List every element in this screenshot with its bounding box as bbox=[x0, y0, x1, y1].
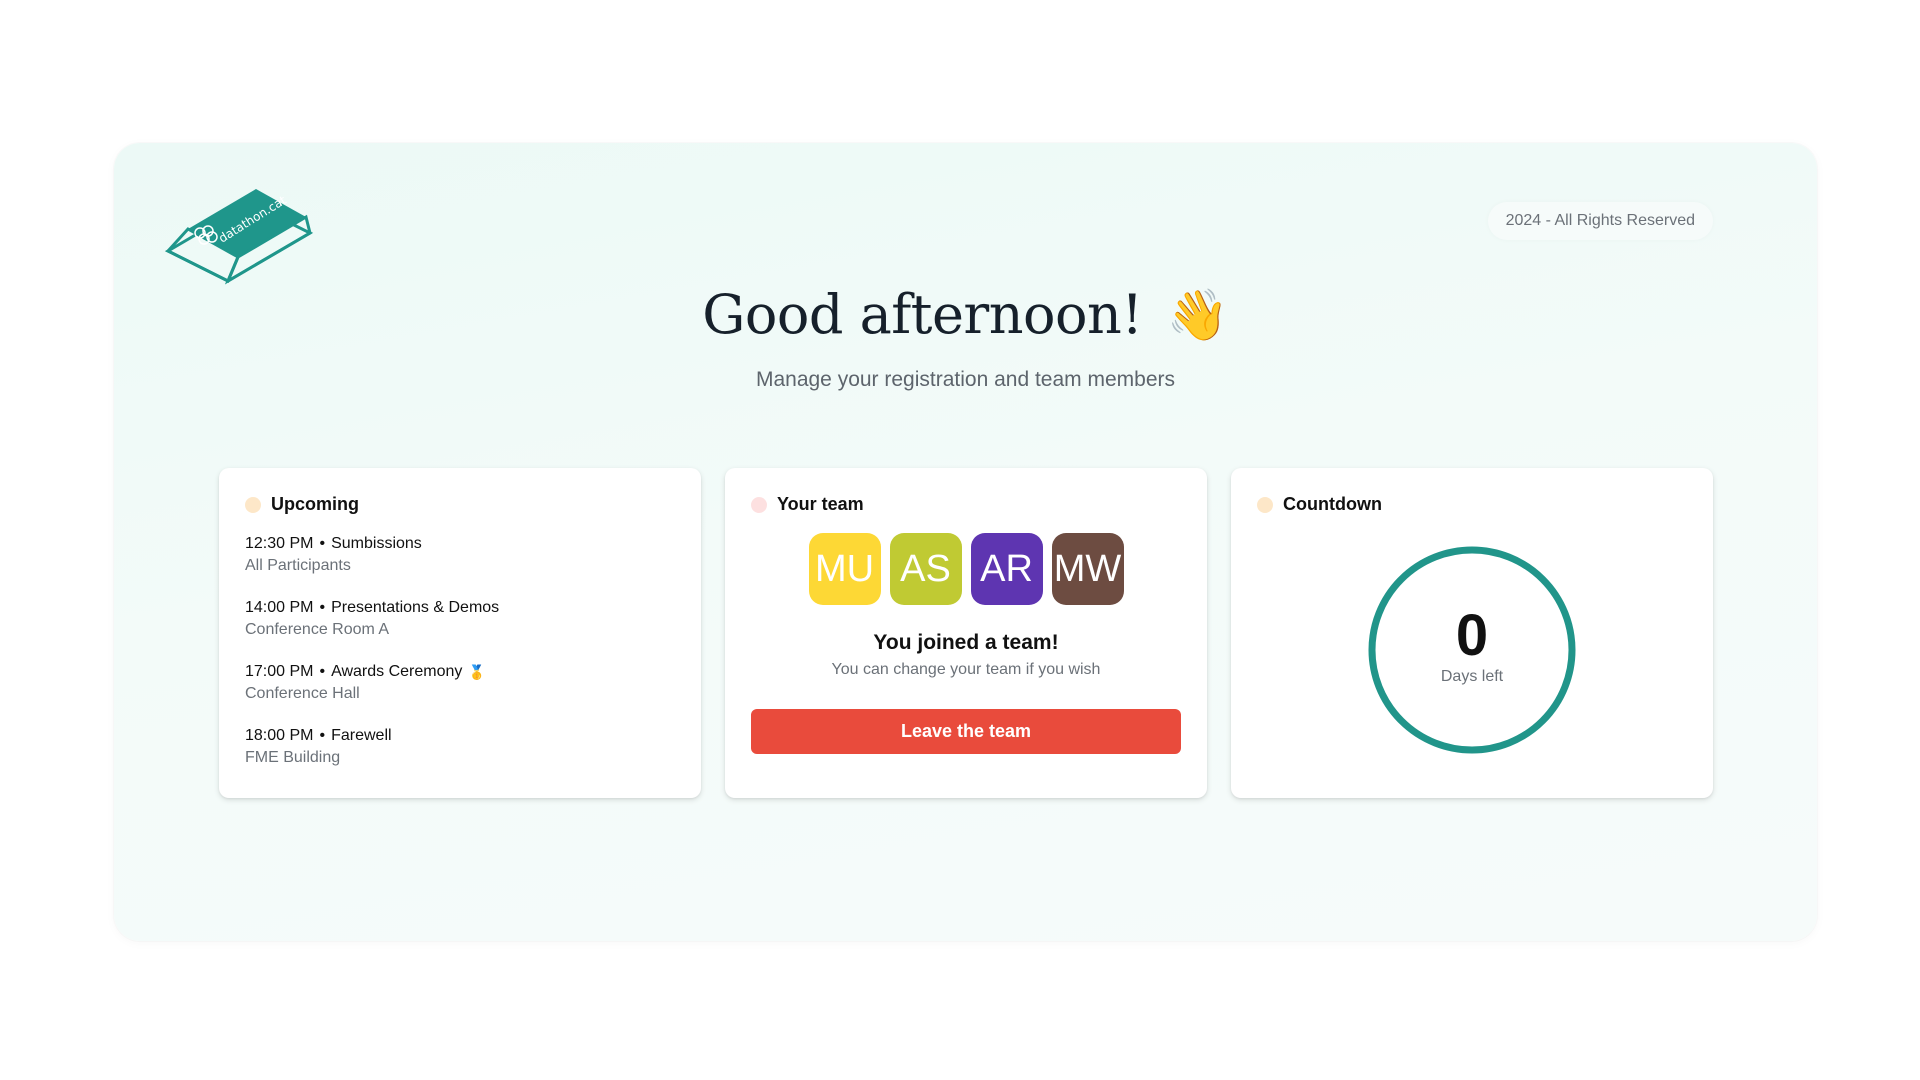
countdown-title: Countdown bbox=[1283, 494, 1382, 514]
copyright-badge: 2024 - All Rights Reserved bbox=[1487, 202, 1713, 240]
datathon-logo[interactable]: datathon.cat bbox=[164, 181, 314, 291]
event-time: 12:30 PM bbox=[245, 535, 314, 552]
countdown-readout: 0 Days left bbox=[1366, 606, 1578, 686]
bullet-icon: • bbox=[319, 599, 326, 616]
upcoming-title: Upcoming bbox=[271, 494, 359, 514]
days-left-value: 0 bbox=[1455, 603, 1489, 668]
countdown-header: Countdown bbox=[1257, 494, 1687, 515]
event-name: Farewell bbox=[331, 727, 392, 744]
joined-subtitle: You can change your team if you wish bbox=[831, 661, 1101, 678]
event-time: 14:00 PM bbox=[245, 599, 314, 616]
status-dot-icon bbox=[1257, 496, 1273, 513]
waving-hand-icon: 👋 bbox=[1166, 286, 1229, 343]
event-line: 18:00 PM • Farewell bbox=[245, 725, 675, 747]
bullet-icon: • bbox=[319, 727, 326, 744]
event-line: 14:00 PM • Presentations & Demos bbox=[245, 597, 675, 619]
status-dot-icon bbox=[245, 496, 261, 513]
event-name: Awards Ceremony bbox=[331, 663, 463, 680]
team-avatars: MU AS AR MW bbox=[751, 533, 1181, 605]
main-container: datathon.cat 2024 - All Rights Reserved … bbox=[114, 143, 1817, 941]
event-name: Sumbissions bbox=[331, 535, 422, 552]
event-location: Conference Hall bbox=[245, 685, 360, 702]
countdown-ring: 0 Days left bbox=[1366, 544, 1578, 756]
event-item: 14:00 PM • Presentations & Demos Confere… bbox=[245, 597, 675, 641]
greeting-title: Good afternoon! bbox=[702, 283, 1143, 346]
event-item: 12:30 PM • Sumbissions All Participants bbox=[245, 533, 675, 577]
bullet-icon: • bbox=[319, 535, 326, 552]
event-item: 18:00 PM • Farewell FME Building bbox=[245, 725, 675, 769]
team-title: Your team bbox=[777, 494, 864, 514]
event-name: Presentations & Demos bbox=[331, 599, 500, 616]
page-subtitle: Manage your registration and team member… bbox=[755, 368, 1176, 391]
upcoming-card: Upcoming 12:30 PM • Sumbissions All Part… bbox=[219, 468, 701, 798]
team-header: Your team bbox=[751, 494, 1181, 515]
status-dot-icon bbox=[751, 496, 767, 513]
team-card: Your team MU AS AR MW You joined a team!… bbox=[725, 468, 1207, 798]
event-location: FME Building bbox=[245, 749, 341, 766]
event-item: 17:00 PM • Awards Ceremony 🥇 Conference … bbox=[245, 661, 675, 705]
event-location: All Participants bbox=[245, 557, 351, 574]
bullet-icon: • bbox=[319, 663, 326, 680]
leave-team-button[interactable]: Leave the team bbox=[751, 709, 1181, 754]
event-line: 17:00 PM • Awards Ceremony 🥇 bbox=[245, 661, 675, 683]
greeting: Good afternoon! 👋 bbox=[114, 283, 1817, 346]
days-left-label: Days left bbox=[1440, 668, 1504, 685]
event-line: 12:30 PM • Sumbissions bbox=[245, 533, 675, 555]
joined-title: You joined a team! bbox=[873, 631, 1059, 654]
countdown-card: Countdown 0 Days left bbox=[1231, 468, 1713, 798]
avatar[interactable]: AS bbox=[889, 533, 962, 605]
event-time: 17:00 PM bbox=[245, 663, 314, 680]
avatar[interactable]: AR bbox=[970, 533, 1043, 605]
medal-icon: 🥇 bbox=[468, 664, 486, 680]
avatar[interactable]: MU bbox=[808, 533, 881, 605]
upcoming-header: Upcoming bbox=[245, 494, 675, 515]
event-time: 18:00 PM bbox=[245, 727, 314, 744]
event-location: Conference Room A bbox=[245, 621, 390, 638]
avatar[interactable]: MW bbox=[1051, 533, 1124, 605]
